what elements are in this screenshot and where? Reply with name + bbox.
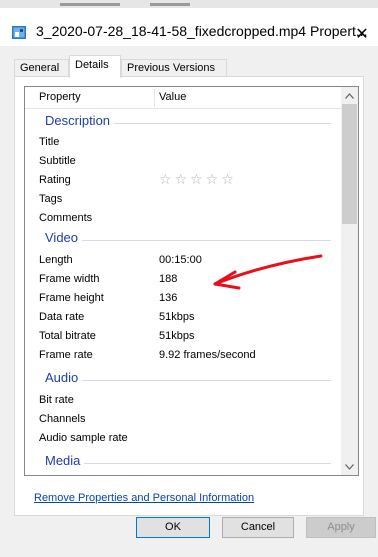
group-title: Audio — [45, 370, 83, 385]
apply-button[interactable]: Apply — [306, 517, 376, 538]
close-icon: ✕ — [355, 26, 369, 43]
title-bar[interactable]: 3_2020-07-28_18-41-58_fixedcropped.mp4 P… — [0, 8, 378, 46]
property-name: Frame rate — [39, 349, 93, 361]
group-divider-line — [45, 380, 331, 381]
property-name: Frame width — [39, 273, 100, 285]
property-row[interactable]: Rating ☆☆☆☆☆ — [25, 171, 341, 190]
list-header: Property Value — [25, 87, 341, 109]
property-value: 136 — [159, 292, 178, 304]
property-row[interactable]: Data rate 51kbps — [25, 308, 341, 327]
group-title: Description — [45, 113, 115, 128]
property-name: Comments — [39, 212, 93, 224]
ok-button[interactable]: OK — [136, 517, 210, 538]
property-row[interactable]: Total bitrate 51kbps — [25, 327, 341, 346]
property-name: Title — [39, 136, 60, 148]
window-title: 3_2020-07-28_18-41-58_fixedcropped.mp4 P… — [36, 23, 368, 39]
group-header-audio: Audio — [25, 368, 341, 390]
group-title: Video — [45, 230, 83, 245]
column-header-property[interactable]: Property — [39, 91, 81, 103]
red-arrow-annotation — [213, 254, 323, 290]
remove-properties-link[interactable]: Remove Properties and Personal Informati… — [34, 492, 254, 504]
property-name: Frame height — [39, 292, 104, 304]
chevron-down-icon — [345, 463, 354, 470]
chevron-up-icon — [345, 92, 354, 99]
scroll-thumb[interactable] — [342, 104, 357, 224]
property-value: 51kbps — [159, 311, 195, 323]
rating-stars[interactable]: ☆☆☆☆☆ — [159, 171, 237, 188]
property-name: Tags — [39, 193, 63, 205]
scroll-up-button[interactable] — [341, 87, 358, 104]
property-row[interactable]: Bit rate — [25, 391, 341, 410]
strip-segment — [60, 3, 120, 6]
group-divider-line — [45, 240, 331, 241]
property-row[interactable]: Frame rate 9.92 frames/second — [25, 346, 341, 365]
property-name: Data rate — [39, 311, 85, 323]
property-name: Total bitrate — [39, 330, 96, 342]
column-header-value[interactable]: Value — [159, 91, 186, 103]
property-name: Length — [39, 254, 73, 266]
cancel-button[interactable]: Cancel — [222, 517, 294, 538]
column-divider[interactable] — [154, 89, 155, 107]
property-value: 9.92 frames/second — [159, 349, 256, 361]
background-window-strip — [0, 0, 378, 8]
property-name: Rating — [39, 174, 71, 186]
vertical-scrollbar[interactable] — [341, 87, 358, 475]
tab-details[interactable]: Details — [69, 55, 121, 78]
property-name: Channels — [39, 413, 86, 425]
property-row[interactable]: Subtitle — [25, 152, 341, 171]
property-value: 00:15:00 — [159, 254, 202, 266]
property-name: Audio sample rate — [39, 432, 128, 444]
property-name: Bit rate — [39, 394, 74, 406]
property-row[interactable]: Channels — [25, 410, 341, 429]
group-title: Media — [45, 453, 85, 468]
property-row[interactable]: Title — [25, 133, 341, 152]
property-row[interactable]: Tags — [25, 190, 341, 209]
property-value: 188 — [159, 273, 178, 285]
property-row[interactable]: Audio sample rate — [25, 429, 341, 448]
property-value: 51kbps — [159, 330, 195, 342]
group-divider-line — [45, 463, 331, 464]
property-name: Subtitle — [39, 155, 76, 167]
group-header-description: Description — [25, 111, 341, 133]
group-header-media: Media — [25, 451, 341, 473]
scroll-down-button[interactable] — [341, 458, 358, 475]
video-file-icon — [12, 26, 26, 39]
property-row[interactable]: Comments — [25, 209, 341, 228]
strip-segment — [150, 3, 190, 6]
